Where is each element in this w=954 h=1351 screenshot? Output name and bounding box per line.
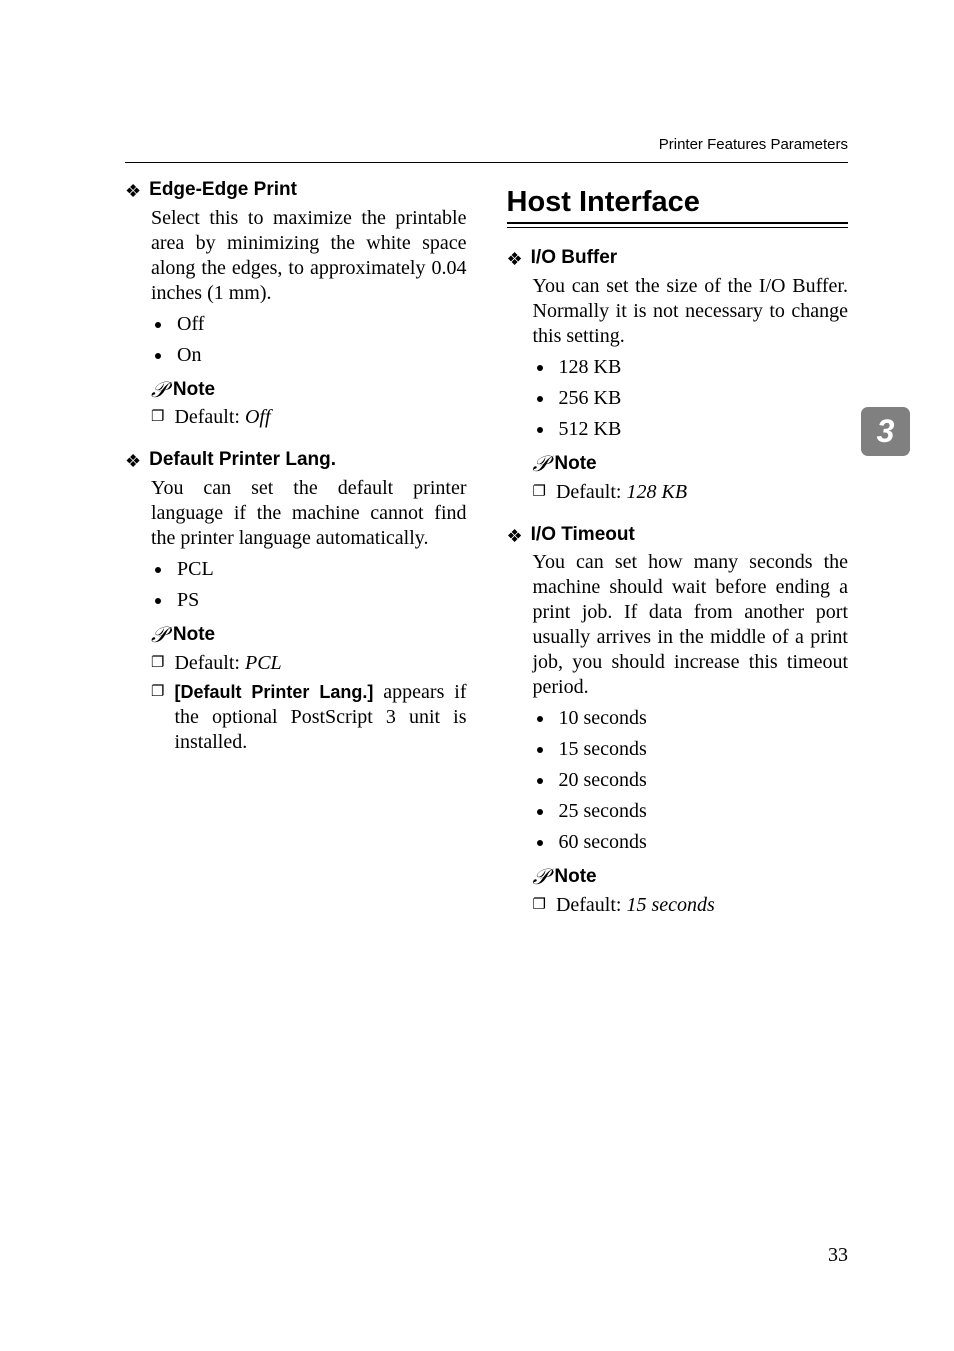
page: Printer Features Parameters 3 ❖ Edge-Edg… [0,0,954,1351]
list-item: 15 seconds [555,737,849,762]
page-number: 33 [828,1244,848,1267]
diamond-icon: ❖ [507,525,523,547]
feature-description: You can set the size of the I/O Buffer. … [533,274,849,349]
note-text: Default: 15 seconds [556,893,848,918]
note-text: Default: 128 KB [556,480,848,505]
list-item: 10 seconds [555,706,849,731]
list-item: On [173,343,467,368]
note-text: Default: PCL [174,651,466,676]
list-item: 20 seconds [555,768,849,793]
note-icon: 𝒫 [151,376,167,404]
note-text: Default: Off [174,405,466,430]
feature-description: You can set the default printer language… [151,476,467,551]
checkbox-icon: ❐ [151,680,164,704]
section-heading: Host Interface [507,184,849,220]
note-item: ❐ [Default Printer Lang.] appears if the… [151,680,467,755]
checkbox-icon: ❐ [151,651,164,675]
note-list: ❐ Default: PCL ❐ [Default Printer Lang.]… [151,651,467,755]
diamond-icon: ❖ [125,450,141,472]
feature-block: ❖ Default Printer Lang. You can set the … [125,448,467,754]
left-column: ❖ Edge-Edge Print Select this to maximiz… [125,178,467,936]
note-icon: 𝒫 [533,450,549,478]
heading-rule-thick [507,222,849,224]
feature-block: ❖ I/O Timeout You can set how many secon… [507,523,849,918]
option-list: 10 seconds 15 seconds 20 seconds 25 seco… [555,706,849,855]
feature-title: I/O Timeout [531,523,635,547]
note-item: ❐ Default: Off [151,405,467,430]
list-item: 256 KB [555,386,849,411]
feature-heading: ❖ Edge-Edge Print [125,178,467,202]
running-header: Printer Features Parameters [659,136,848,153]
option-list: PCL PS [173,557,467,613]
note-heading: 𝒫 Note [151,621,467,649]
list-item: 512 KB [555,417,849,442]
list-item: PCL [173,557,467,582]
note-icon: 𝒫 [151,621,167,649]
note-label: Note [173,378,215,402]
option-list: Off On [173,312,467,368]
note-item: ❐ Default: 128 KB [533,480,849,505]
feature-heading: ❖ I/O Buffer [507,246,849,270]
note-label: Note [173,623,215,647]
feature-heading: ❖ Default Printer Lang. [125,448,467,472]
diamond-icon: ❖ [507,248,523,270]
note-label: Note [554,452,596,476]
note-heading: 𝒫 Note [151,376,467,404]
note-icon: 𝒫 [533,863,549,891]
feature-heading: ❖ I/O Timeout [507,523,849,547]
feature-title: Default Printer Lang. [149,448,336,472]
note-item: ❐ Default: PCL [151,651,467,676]
note-label: Note [554,865,596,889]
list-item: 25 seconds [555,799,849,824]
feature-title: I/O Buffer [531,246,618,270]
columns: ❖ Edge-Edge Print Select this to maximiz… [125,178,848,936]
note-text: [Default Printer Lang.] appears if the o… [174,680,466,755]
list-item: 60 seconds [555,830,849,855]
checkbox-icon: ❐ [151,405,164,429]
feature-description: You can set how many seconds the machine… [533,550,849,700]
note-list: ❐ Default: Off [151,405,467,430]
list-item: 128 KB [555,355,849,380]
note-list: ❐ Default: 15 seconds [533,893,849,918]
list-item: Off [173,312,467,337]
feature-block: ❖ Edge-Edge Print Select this to maximiz… [125,178,467,430]
diamond-icon: ❖ [125,180,141,202]
feature-block: ❖ I/O Buffer You can set the size of the… [507,246,849,504]
checkbox-icon: ❐ [533,893,546,917]
checkbox-icon: ❐ [533,480,546,504]
feature-description: Select this to maximize the printable ar… [151,206,467,306]
heading-rule-thin [507,227,849,228]
note-item: ❐ Default: 15 seconds [533,893,849,918]
feature-title: Edge-Edge Print [149,178,297,202]
note-heading: 𝒫 Note [533,450,849,478]
header-rule [125,162,848,163]
note-list: ❐ Default: 128 KB [533,480,849,505]
list-item: PS [173,588,467,613]
note-heading: 𝒫 Note [533,863,849,891]
right-column: Host Interface ❖ I/O Buffer You can set … [507,178,849,936]
option-list: 128 KB 256 KB 512 KB [555,355,849,442]
chapter-tab: 3 [861,407,910,456]
